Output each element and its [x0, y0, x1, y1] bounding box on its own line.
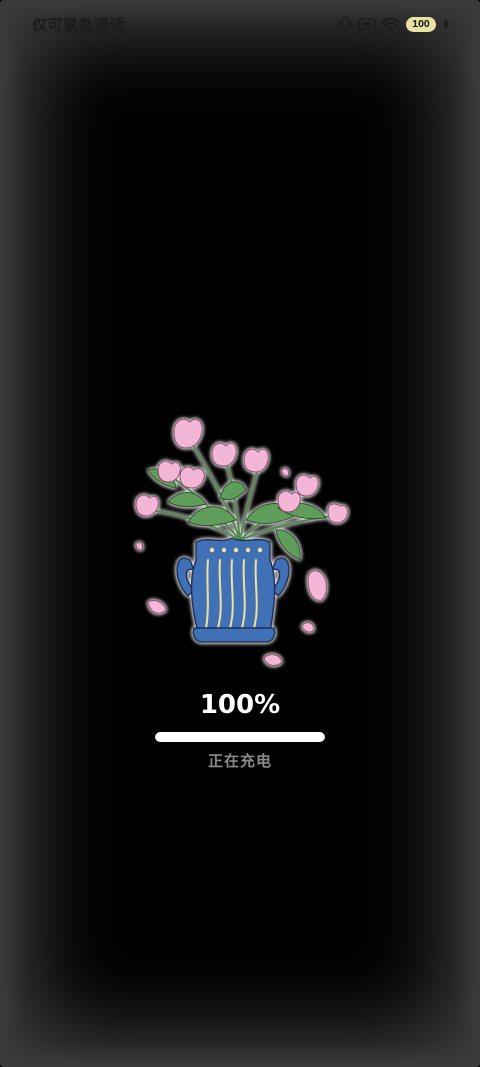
status-icons: 100 [337, 16, 450, 32]
flower-vase-illustration [135, 418, 349, 666]
charging-progress-bar [155, 732, 325, 742]
carrier-text: 仅可紧急通话 [32, 15, 126, 34]
charging-progress-fill [155, 732, 325, 742]
battery-icon: 100 [406, 16, 436, 32]
charging-bolt-icon [442, 17, 450, 31]
wifi-icon [381, 17, 401, 32]
vibrate-icon [337, 17, 353, 31]
lock-screen-charging: 仅可紧急通话 100 100% 正在充电 [0, 0, 480, 1067]
charging-status-text: 正在充电 [207, 752, 272, 770]
battery-level-text: 100 [412, 18, 430, 30]
battery-percentage: 100% [199, 690, 281, 720]
hd-voice-icon [358, 17, 376, 31]
status-bar: 仅可紧急通话 100 [0, 0, 480, 48]
